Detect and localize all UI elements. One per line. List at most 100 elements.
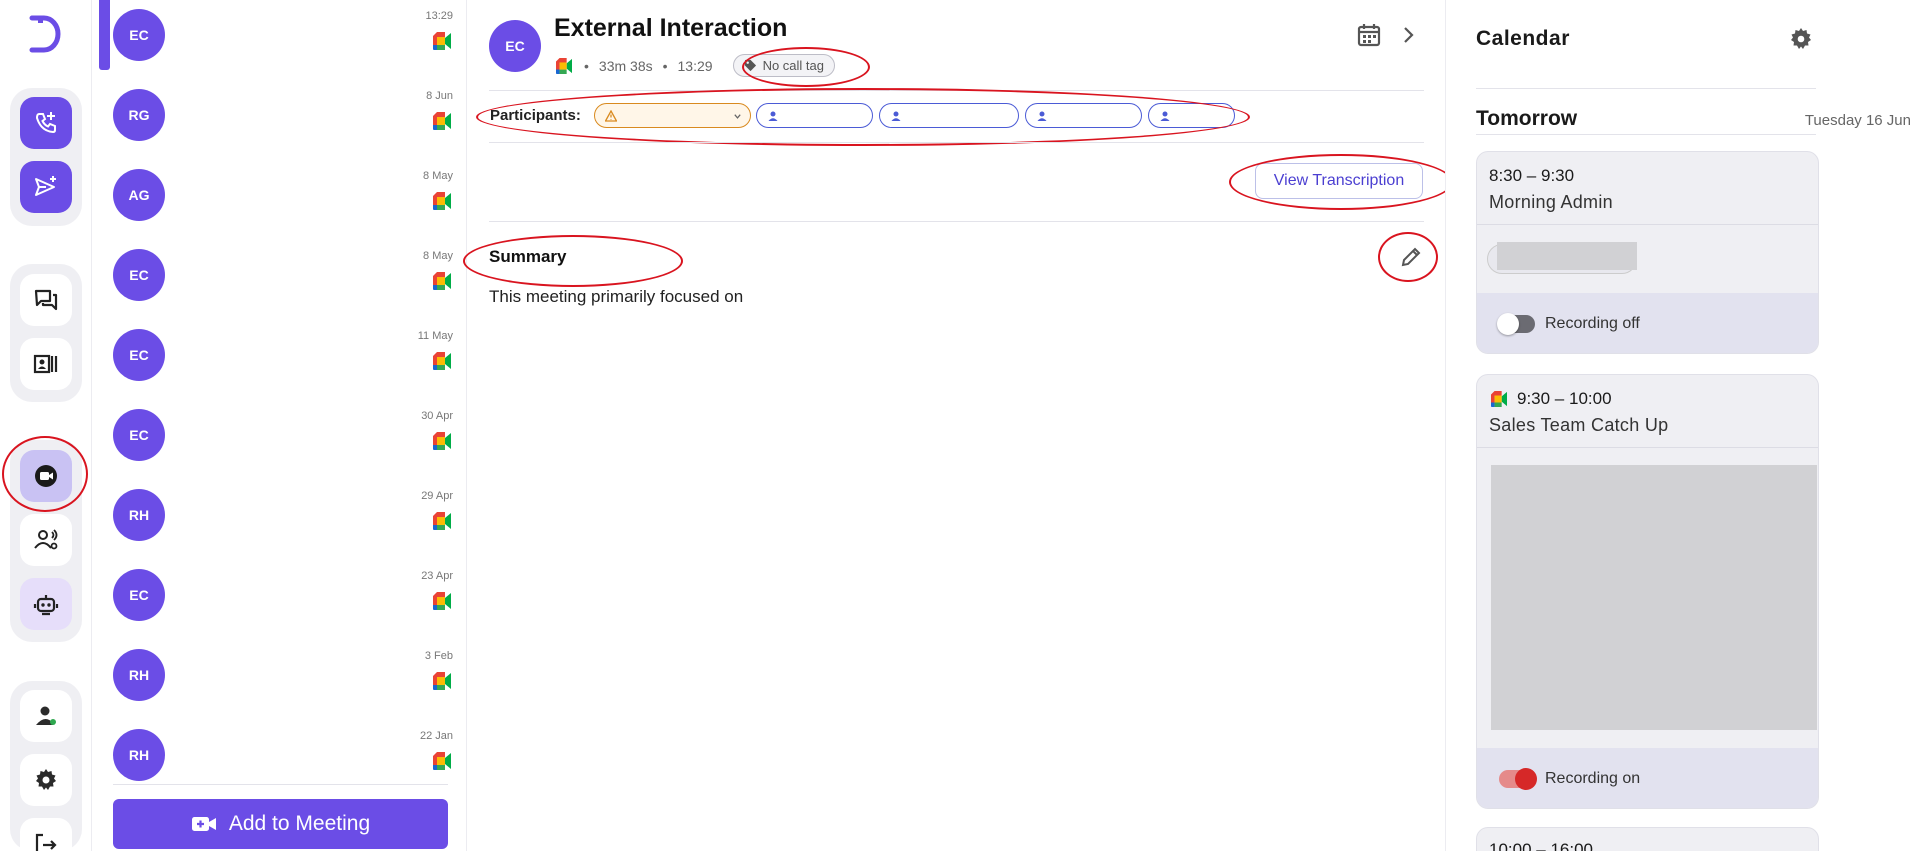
meeting-date: 22 Jan (419, 730, 453, 742)
meeting-row[interactable]: RG 8 Jun (113, 80, 453, 160)
new-call-button[interactable] (20, 97, 72, 149)
recording-toggle[interactable] (1499, 768, 1537, 790)
meeting-time: 13:29 (677, 57, 713, 74)
chat-icon (34, 289, 58, 311)
logout-button[interactable] (20, 818, 72, 851)
recording-toggle[interactable] (1497, 313, 1535, 335)
google-meet-icon (433, 32, 451, 50)
calendar-icon[interactable] (1356, 22, 1382, 48)
meeting-row[interactable]: RH 22 Jan (113, 720, 453, 800)
send-add-icon (35, 176, 56, 196)
person-icon (768, 111, 778, 121)
event-card[interactable]: 10:00 – 16:00 (1476, 827, 1819, 851)
participant-chip[interactable] (1148, 103, 1235, 128)
calendar-title: Calendar (1476, 27, 1570, 50)
meeting-avatar: RG (113, 89, 165, 141)
warning-icon (605, 109, 617, 122)
user-status-icon (36, 706, 56, 725)
divider (1476, 88, 1816, 89)
person-icon (891, 111, 901, 121)
meeting-date: 11 May (417, 330, 453, 342)
meeting-avatar: EC (113, 249, 165, 301)
meeting-row[interactable]: AG 8 May (113, 160, 453, 240)
tag-icon (744, 59, 756, 72)
meetings-button[interactable] (20, 450, 72, 502)
participant-chip[interactable] (1025, 103, 1142, 128)
users-voice-icon (34, 529, 58, 550)
recording-toggle-row[interactable]: Recording off (1477, 293, 1818, 353)
call-tag[interactable]: No call tag (732, 54, 835, 77)
summary-text: This meeting primarily focused on (489, 287, 744, 306)
video-add-icon (191, 817, 216, 831)
meeting-date: 29 Apr (421, 490, 453, 502)
participant-chip-warning[interactable] (594, 103, 751, 128)
meeting-avatar: AG (113, 169, 165, 221)
recording-toggle-row[interactable]: Recording on (1477, 748, 1818, 808)
meeting-date: 8 Jun (426, 90, 453, 102)
meeting-date: 23 Apr (421, 570, 453, 582)
call-add-icon (35, 112, 56, 134)
meeting-row[interactable]: EC 8 May (113, 240, 453, 320)
event-time: 10:00 – 16:00 (1489, 840, 1593, 851)
recording-status: Recording on (1545, 770, 1641, 787)
divider (1477, 447, 1818, 448)
contacts-icon (33, 354, 58, 374)
pencil-icon[interactable] (1398, 244, 1424, 270)
recording-status: Recording off (1545, 315, 1640, 332)
assistant-button[interactable] (20, 578, 72, 630)
gear-icon[interactable] (1788, 26, 1814, 52)
meeting-date: 30 Apr (421, 410, 453, 422)
meeting-row[interactable]: EC 13:29 (113, 0, 453, 80)
google-meet-icon (433, 752, 451, 770)
meta-dot: • (584, 57, 589, 74)
contacts-button[interactable] (20, 338, 72, 390)
google-meet-icon (433, 352, 451, 370)
d-logo-icon[interactable] (26, 12, 66, 56)
google-meet-icon (433, 432, 451, 450)
participant-chip[interactable] (879, 103, 1019, 128)
voice-users-button[interactable] (20, 514, 72, 566)
settings-button[interactable] (20, 754, 72, 806)
event-time-row: 9:30 – 10:00 (1489, 389, 1612, 409)
meeting-date: 8 May (423, 170, 453, 182)
meeting-avatar: RH (113, 729, 165, 781)
meeting-detail: EC External Interaction • 33m 38s • 13:2… (463, 0, 1453, 851)
participant-chip[interactable] (756, 103, 873, 128)
meeting-avatar: RH (113, 649, 165, 701)
meeting-row[interactable]: RH 29 Apr (113, 480, 453, 560)
list-divider (113, 784, 448, 785)
meeting-row[interactable]: EC 23 Apr (113, 560, 453, 640)
meeting-avatar: EC (489, 20, 541, 72)
meeting-avatar: EC (113, 9, 165, 61)
divider (489, 90, 1424, 91)
event-name: Morning Admin (1489, 192, 1613, 212)
view-transcription-button[interactable]: View Transcription (1255, 163, 1423, 199)
meeting-row[interactable]: EC 30 Apr (113, 400, 453, 480)
add-to-meeting-label: Add to Meeting (228, 812, 371, 835)
chevron-right-icon[interactable] (1398, 24, 1418, 46)
video-icon (35, 465, 57, 487)
event-card[interactable]: 9:30 – 10:00 Sales Team Catch Up Recordi… (1476, 374, 1819, 809)
event-card[interactable]: 8:30 – 9:30 Morning Admin Recording off (1476, 151, 1819, 354)
nav-rail (0, 0, 92, 851)
meeting-row[interactable]: RH 3 Feb (113, 640, 453, 720)
bot-icon (33, 595, 59, 616)
new-message-button[interactable] (20, 161, 72, 213)
person-icon (1037, 111, 1047, 121)
add-to-meeting-button[interactable]: Add to Meeting (113, 799, 448, 849)
meeting-row[interactable]: EC 11 May (113, 320, 453, 400)
meeting-duration: 33m 38s (598, 57, 653, 74)
meeting-avatar: EC (113, 409, 165, 461)
redacted-block (1497, 242, 1637, 270)
day-date: Tuesday 16 Jun (1804, 112, 1911, 129)
meeting-date: 3 Feb (424, 650, 453, 662)
google-meet-icon (433, 112, 451, 130)
google-meet-icon (556, 57, 572, 74)
event-name: Sales Team Catch Up (1489, 415, 1669, 435)
meta-dot: • (662, 57, 668, 74)
google-meet-icon (433, 672, 451, 690)
profile-button[interactable] (20, 690, 72, 742)
event-time: 9:30 – 10:00 (1517, 389, 1612, 408)
chats-button[interactable] (20, 274, 72, 326)
divider (1477, 224, 1818, 225)
